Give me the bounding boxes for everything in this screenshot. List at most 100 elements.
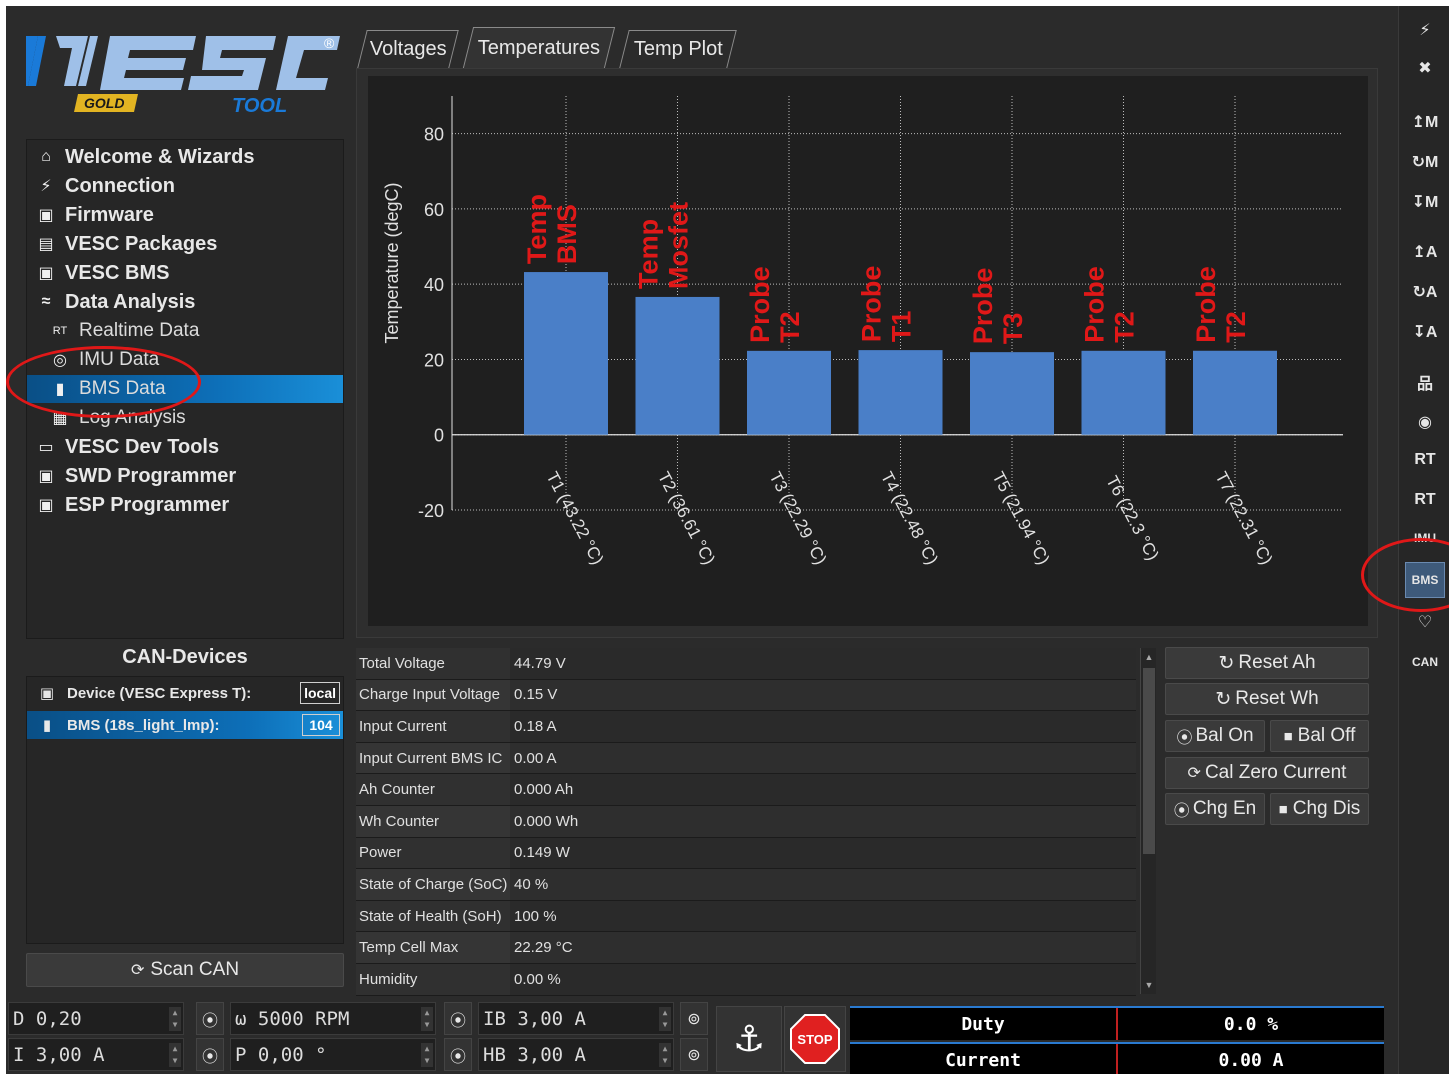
spin-arrows-icon[interactable]: ▲ ▼ — [659, 1043, 671, 1067]
nav-firmware[interactable]: ▣ Firmware — [35, 201, 154, 229]
table-scrollbar[interactable]: ▲ ▼ — [1140, 648, 1156, 994]
tab-voltages[interactable]: Voltages — [357, 30, 459, 68]
connect-icon[interactable]: ⚡ — [1405, 12, 1445, 48]
spin-arrows-icon[interactable]: ▲ ▼ — [169, 1007, 181, 1031]
chip-icon: ▣ — [38, 497, 54, 514]
scan-can-button[interactable]: ⟳ Scan CAN — [26, 953, 344, 987]
realtime-app-icon[interactable]: RT — [1405, 482, 1445, 518]
nav-esp-programmer[interactable]: ▣ ESP Programmer — [35, 491, 229, 519]
rpm-input[interactable]: ω 5000 RPM ▲ ▼ — [230, 1002, 436, 1035]
write-motor-config-icon[interactable]: ↧M — [1405, 184, 1445, 220]
stop-icon: ■ — [1283, 727, 1293, 745]
bottom-control-bar: D 0,20 ▲ ▼ ⦿ ω 5000 RPM ▲ ▼ ⦿ IB 3,00 A ▲ ▼ ⊚ … — [6, 1000, 1392, 1074]
nav-label: SWD Programmer — [65, 464, 237, 487]
bar-annotation: Temp — [522, 194, 552, 264]
position-value: P 0,00 ° — [235, 1043, 327, 1066]
spin-arrows-icon[interactable]: ▲ ▼ — [659, 1007, 671, 1031]
nav-label: Realtime Data — [79, 320, 200, 341]
chg-dis-button[interactable]: ■ Chg Dis — [1270, 793, 1369, 825]
rpm-value: ω 5000 RPM — [235, 1007, 350, 1030]
nav-vesc-dev-tools[interactable]: ▭ VESC Dev Tools — [35, 433, 219, 461]
rpm-play-button[interactable]: ⦿ — [444, 1002, 472, 1035]
svg-text:®: ® — [324, 35, 335, 51]
y-tick-label: -20 — [418, 501, 444, 521]
nav-connection[interactable]: ⚡ Connection — [35, 172, 175, 200]
duty-gauge: Duty 0.0 % — [850, 1006, 1384, 1040]
bar-annotation: T3 — [998, 313, 1028, 345]
disconnect-icon[interactable]: ✖ — [1405, 50, 1445, 86]
reset-ah-button[interactable]: ↻ Reset Ah — [1165, 647, 1369, 679]
x-tick-label: T3 (22.29 °C) — [765, 469, 830, 568]
can-devices-title: CAN-Devices — [122, 646, 248, 668]
table-value: 0.00 % — [510, 964, 1136, 995]
duty-input[interactable]: D 0,20 ▲ ▼ — [8, 1002, 184, 1035]
y-tick-label: 60 — [424, 200, 444, 220]
write-app-config-icon[interactable]: ↧A — [1405, 314, 1445, 350]
bar-annotation: Mosfet — [664, 202, 694, 289]
scroll-up-icon[interactable]: ▲ — [1143, 650, 1155, 664]
realtime-icon[interactable]: RT — [1405, 442, 1445, 478]
y-tick-label: 0 — [434, 426, 444, 446]
read-default-app-config-icon[interactable]: ↻A — [1405, 274, 1445, 310]
ib-brake-button[interactable]: ⊚ — [680, 1002, 708, 1035]
read-default-motor-config-icon[interactable]: ↻M — [1405, 144, 1445, 180]
can-network-icon[interactable]: 品 — [1405, 364, 1445, 400]
hb-input[interactable]: HB 3,00 A ▲ ▼ — [478, 1038, 674, 1071]
brake-icon: ⊚ — [687, 1010, 701, 1028]
cal-zero-current-button[interactable]: ⟳ Cal Zero Current — [1165, 757, 1369, 789]
scroll-thumb[interactable] — [1143, 668, 1155, 854]
nav-vesc-bms[interactable]: ▣ VESC BMS — [35, 259, 169, 287]
can-icon[interactable]: CAN — [1405, 644, 1445, 680]
position-play-button[interactable]: ⦿ — [444, 1038, 472, 1071]
bal-off-button[interactable]: ■ Bal Off — [1270, 720, 1369, 752]
duty-play-button[interactable]: ⦿ — [196, 1002, 224, 1035]
chg-en-button[interactable]: ⦿ Chg En — [1165, 793, 1265, 825]
nav-vesc-packages[interactable]: ▤ VESC Packages — [35, 230, 217, 258]
plug-icon: ⚡ — [40, 178, 52, 195]
gauge-value: 0.00 A — [1218, 1049, 1284, 1071]
play-icon: ⦿ — [1173, 803, 1190, 820]
gamepad-icon[interactable]: ◉ — [1405, 404, 1445, 440]
can-device-express[interactable]: ▣ Device (VESC Express T): local — [27, 679, 343, 707]
table-row: Temp Cell Max 22.29 °C — [356, 932, 1136, 964]
gauge-label: Duty — [961, 1013, 1005, 1035]
ib-input[interactable]: IB 3,00 A ▲ ▼ — [478, 1002, 674, 1035]
cal-zero-label: Cal Zero Current — [1204, 762, 1347, 783]
bar-annotation: T1 — [887, 311, 917, 343]
bar — [1193, 350, 1277, 435]
stop-button[interactable]: STOP — [784, 1006, 846, 1072]
anchor-button[interactable]: ⚓ — [716, 1006, 782, 1072]
position-input[interactable]: P 0,00 ° ▲ ▼ — [230, 1038, 436, 1071]
scroll-down-icon[interactable]: ▼ — [1143, 978, 1155, 992]
play-icon: ⦿ — [201, 1048, 218, 1066]
read-motor-config-icon[interactable]: ↥M — [1405, 104, 1445, 140]
reset-ah-label: Reset Ah — [1238, 652, 1316, 673]
nav-label: Welcome & Wizards — [65, 145, 255, 168]
nav-data-analysis[interactable]: ≈ Data Analysis — [35, 288, 196, 316]
spin-arrows-icon[interactable]: ▲ ▼ — [421, 1043, 433, 1067]
play-icon: ⦿ — [449, 1012, 466, 1030]
spin-arrows-icon[interactable]: ▲ ▼ — [421, 1007, 433, 1031]
current-play-button[interactable]: ⦿ — [196, 1038, 224, 1071]
chip-icon: ▣ — [39, 685, 55, 702]
home-icon: ⌂ — [41, 148, 51, 165]
table-key: Power — [356, 837, 510, 869]
nav-swd-programmer[interactable]: ▣ SWD Programmer — [35, 462, 236, 490]
tab-temp-plot[interactable]: Temp Plot — [619, 30, 737, 68]
can-device-bms[interactable]: ▮ BMS (18s_light_lmp): 104 — [27, 711, 343, 739]
spin-arrows-icon[interactable]: ▲ ▼ — [169, 1043, 181, 1067]
hb-brake-button[interactable]: ⊚ — [680, 1038, 708, 1071]
nav-welcome-wizards[interactable]: ⌂ Welcome & Wizards — [35, 143, 255, 171]
tab-temperatures[interactable]: Temperatures — [462, 27, 616, 68]
tab-label: Voltages — [369, 38, 447, 60]
nav-realtime-data[interactable]: RT Realtime Data — [49, 317, 200, 345]
current-input[interactable]: I 3,00 A ▲ ▼ — [8, 1038, 184, 1071]
can-id-badge: 104 — [302, 714, 340, 736]
read-app-config-icon[interactable]: ↥A — [1405, 234, 1445, 270]
realtime-icon: RT — [52, 325, 68, 337]
play-icon: ⦿ — [449, 1048, 466, 1066]
reset-wh-button[interactable]: ↻ Reset Wh — [1165, 683, 1369, 715]
anchor-icon: ⚓ — [732, 1018, 766, 1059]
nav-label: Connection — [65, 174, 175, 197]
bal-on-button[interactable]: ⦿ Bal On — [1165, 720, 1265, 752]
